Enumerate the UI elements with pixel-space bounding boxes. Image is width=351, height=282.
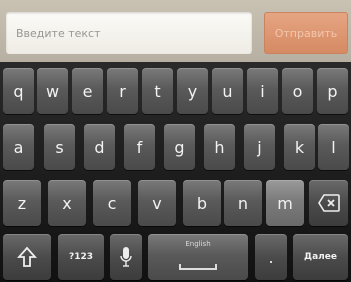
microphone-icon <box>120 247 132 267</box>
key-label: q <box>13 81 24 101</box>
key-i[interactable]: i <box>247 68 278 114</box>
key-label: w <box>45 81 60 101</box>
key-label: t <box>154 81 161 101</box>
key-label: e <box>82 81 93 101</box>
key-k[interactable]: k <box>284 124 315 170</box>
key-p[interactable]: p <box>317 68 348 114</box>
key-e[interactable]: e <box>72 68 103 114</box>
key-s[interactable]: s <box>44 124 75 170</box>
key-y[interactable]: y <box>177 68 208 114</box>
key-n[interactable]: n <box>224 180 262 226</box>
symbols-key[interactable]: ?123 <box>58 234 104 280</box>
key-label: s <box>55 137 64 157</box>
key-g[interactable]: g <box>164 124 195 170</box>
key-t[interactable]: t <box>142 68 173 114</box>
key-j[interactable]: j <box>244 124 275 170</box>
key-d[interactable]: d <box>84 124 115 170</box>
key-u[interactable]: u <box>212 68 243 114</box>
send-button[interactable]: Отправить <box>264 12 348 54</box>
space-bar-icon <box>179 264 217 270</box>
symbols-key-label: ?123 <box>68 252 93 262</box>
key-f[interactable]: f <box>124 124 155 170</box>
key-label: y <box>187 81 198 101</box>
key-c[interactable]: c <box>93 180 131 226</box>
key-label: a <box>13 137 24 157</box>
shift-key[interactable] <box>3 234 51 280</box>
text-input[interactable]: Введите текст <box>6 12 252 54</box>
key-x[interactable]: x <box>48 180 86 226</box>
key-label: i <box>260 81 265 101</box>
key-label: o <box>292 81 303 101</box>
key-z[interactable]: z <box>3 180 41 226</box>
key-a[interactable]: a <box>3 124 34 170</box>
space-bar-language: English <box>185 240 211 248</box>
delete-icon <box>317 194 340 212</box>
key-label: m <box>277 193 293 213</box>
key-label: u <box>222 81 233 101</box>
key-label: c <box>107 193 117 213</box>
key-label: h <box>214 137 225 157</box>
key-w[interactable]: w <box>37 68 68 114</box>
key-m[interactable]: m <box>266 180 304 226</box>
key-label: f <box>136 137 143 157</box>
screen: Введите текст Отправить q w e r t y u i … <box>0 0 351 282</box>
key-label: n <box>237 193 249 213</box>
key-label: b <box>196 193 208 213</box>
key-label: z <box>17 193 27 213</box>
text-input-placeholder: Введите текст <box>16 26 101 40</box>
key-label: d <box>94 137 105 157</box>
mic-key[interactable] <box>110 234 142 280</box>
key-o[interactable]: o <box>282 68 313 114</box>
key-label: v <box>152 193 162 213</box>
period-key-label: . <box>268 247 274 267</box>
soft-keyboard: q w e r t y u i o p a s d f g h j k l z … <box>0 62 351 282</box>
key-r[interactable]: r <box>107 68 138 114</box>
key-label: p <box>327 81 338 101</box>
delete-key[interactable] <box>309 180 348 226</box>
key-label: l <box>331 137 336 157</box>
key-q[interactable]: q <box>3 68 34 114</box>
key-label: r <box>119 81 126 101</box>
key-label: k <box>294 137 305 157</box>
space-bar[interactable]: English <box>148 234 248 280</box>
key-b[interactable]: b <box>183 180 221 226</box>
key-v[interactable]: v <box>138 180 176 226</box>
key-label: j <box>257 137 262 157</box>
enter-key-label: Далее <box>304 252 337 262</box>
send-button-label: Отправить <box>274 26 338 40</box>
key-label: x <box>62 193 72 213</box>
shift-icon <box>17 246 37 267</box>
enter-key[interactable]: Далее <box>293 234 348 280</box>
input-bar: Введите текст Отправить <box>0 0 351 62</box>
period-key[interactable]: . <box>255 234 287 280</box>
key-l[interactable]: l <box>318 124 349 170</box>
key-h[interactable]: h <box>204 124 235 170</box>
key-label: g <box>174 137 185 157</box>
